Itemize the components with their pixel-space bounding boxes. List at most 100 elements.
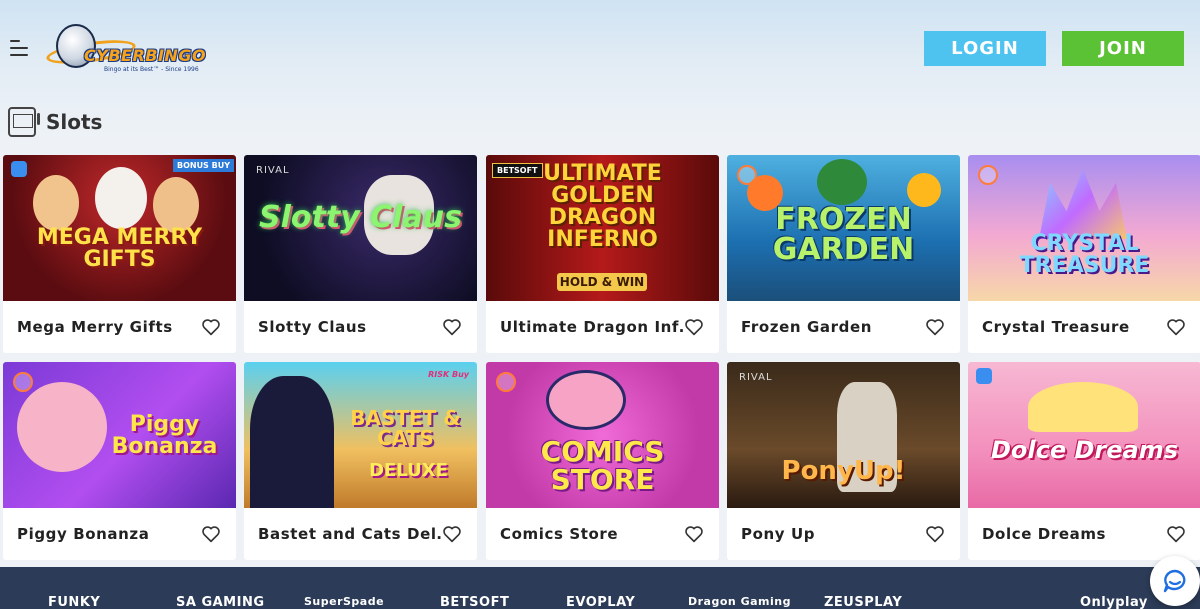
provider-logo[interactable]: BETSOFT (440, 595, 509, 609)
pig-hero-character (546, 370, 626, 430)
game-thumbnail: CRYSTAL TREASURE (968, 155, 1200, 301)
provider-logo[interactable]: FUNKY (48, 595, 100, 609)
favorite-heart-icon[interactable] (200, 316, 222, 338)
provider-badge-icon (11, 161, 27, 177)
favorite-heart-icon[interactable] (683, 316, 705, 338)
game-thumbnail: Dolce Dreams (968, 362, 1200, 508)
game-card[interactable]: Piggy Bonanza Piggy Bonanza (3, 362, 236, 560)
chat-button[interactable] (1150, 556, 1200, 606)
providers-footer: FUNKY SA GAMING SuperSpade BETSOFT EVOPL… (0, 567, 1200, 609)
card-footer: Comics Store (486, 508, 719, 560)
join-button[interactable]: JOIN (1062, 31, 1184, 66)
card-footer: Ultimate Dragon Inf… (486, 301, 719, 353)
game-name: Comics Store (500, 525, 619, 543)
game-name: Dolce Dreams (982, 525, 1107, 543)
santa-character (95, 167, 147, 229)
game-art-title: FROZEN GARDEN (772, 202, 915, 267)
game-art-title: CRYSTAL TREASURE (1019, 231, 1150, 278)
game-name: Slotty Claus (258, 318, 367, 336)
provider-logo[interactable]: Dragon Gaming (688, 595, 791, 608)
game-art-title: MEGA MERRY GIFTS (36, 225, 203, 272)
crystal-cluster (1039, 169, 1127, 239)
logo[interactable]: CYBERBINGO Bingo at its Best™ - Since 19… (44, 20, 224, 78)
game-thumbnail: BETSOFT ULTIMATE GOLDEN DRAGON INFERNO H… (486, 155, 719, 301)
provider-label: RIVAL (739, 372, 773, 383)
favorite-heart-icon[interactable] (683, 523, 705, 545)
menu-icon[interactable] (10, 40, 28, 60)
logo-text: CYBERBINGO (84, 46, 207, 65)
game-art-title: PonyUp! (781, 456, 906, 486)
game-card[interactable]: CRYSTAL TREASURE Crystal Treasure (968, 155, 1200, 353)
game-card[interactable]: RIVAL PonyUp! Pony Up (727, 362, 960, 560)
game-name: Bastet and Cats Del… (258, 525, 441, 543)
login-button[interactable]: LOGIN (924, 31, 1046, 66)
game-card[interactable]: BONUS BUY MEGA MERRY GIFTS Mega Merry Gi… (3, 155, 236, 353)
provider-badge-icon (978, 165, 998, 185)
provider-label: RIVAL (256, 165, 290, 176)
game-name: Piggy Bonanza (17, 525, 150, 543)
orange-icon (907, 173, 941, 207)
card-footer: Slotty Claus (244, 301, 477, 353)
game-card[interactable]: COMICS STORE Comics Store (486, 362, 719, 560)
favorite-heart-icon[interactable] (1165, 523, 1187, 545)
provider-badge-icon (496, 372, 516, 392)
game-thumbnail: BONUS BUY MEGA MERRY GIFTS (3, 155, 236, 301)
slot-machine-icon (8, 107, 40, 137)
game-art-title: Piggy Bonanza (111, 412, 218, 459)
game-art-title: ULTIMATE GOLDEN DRAGON INFERNO (543, 161, 662, 252)
favorite-heart-icon[interactable] (924, 523, 946, 545)
favorite-heart-icon[interactable] (1165, 316, 1187, 338)
game-card[interactable]: RISK Buy BASTET & CATS DELUXE Bastet and… (244, 362, 477, 560)
card-footer: Piggy Bonanza (3, 508, 236, 560)
game-name: Frozen Garden (741, 318, 873, 336)
provider-logo[interactable]: SA GAMING (176, 595, 265, 609)
card-footer: Pony Up (727, 508, 960, 560)
card-footer: Frozen Garden (727, 301, 960, 353)
game-name: Mega Merry Gifts (17, 318, 173, 336)
favorite-heart-icon[interactable] (441, 316, 463, 338)
watermelon-icon (817, 159, 867, 205)
game-art-subtitle: HOLD & WIN (557, 273, 647, 291)
card-footer: Dolce Dreams (968, 508, 1200, 560)
risk-buy-badge: RISK Buy (428, 370, 469, 379)
favorite-heart-icon[interactable] (441, 523, 463, 545)
provider-badge-icon (976, 368, 992, 384)
game-name: Ultimate Dragon Inf… (500, 318, 683, 336)
game-art-title: COMICS STORE (540, 435, 665, 496)
favorite-heart-icon[interactable] (924, 316, 946, 338)
game-thumbnail: RISK Buy BASTET & CATS DELUXE (244, 362, 477, 508)
game-card[interactable]: RIVAL Slotty Claus Slotty Claus (244, 155, 477, 353)
game-art-title: BASTET & CATS (350, 406, 461, 450)
game-name: Crystal Treasure (982, 318, 1130, 336)
game-card[interactable]: BETSOFT ULTIMATE GOLDEN DRAGON INFERNO H… (486, 155, 719, 353)
provider-logo[interactable]: EVOPLAY (566, 595, 635, 609)
game-thumbnail: COMICS STORE (486, 362, 719, 508)
game-thumbnail: Piggy Bonanza (3, 362, 236, 508)
logo-tagline: Bingo at its Best™ - Since 1996 (104, 66, 199, 73)
card-footer: Bastet and Cats Del… (244, 508, 477, 560)
game-thumbnail: RIVAL PonyUp! (727, 362, 960, 508)
header: CYBERBINGO Bingo at its Best™ - Since 19… (0, 0, 1200, 100)
game-art-title: Slotty Claus (259, 200, 462, 235)
provider-logo[interactable]: ZEUSPLAY (824, 595, 902, 609)
favorite-heart-icon[interactable] (200, 523, 222, 545)
game-thumbnail: RIVAL Slotty Claus (244, 155, 477, 301)
bonus-buy-badge: BONUS BUY (172, 159, 234, 172)
game-card[interactable]: FROZEN GARDEN Frozen Garden (727, 155, 960, 353)
chat-bubble-icon (1163, 569, 1186, 593)
provider-badge-icon (13, 372, 33, 392)
character-left (33, 175, 79, 231)
game-thumbnail: FROZEN GARDEN (727, 155, 960, 301)
game-art-subtitle: DELUXE (369, 460, 448, 481)
game-art-title: Dolce Dreams (990, 436, 1179, 464)
card-footer: Crystal Treasure (968, 301, 1200, 353)
section-header: Slots (8, 106, 102, 138)
section-title: Slots (46, 110, 103, 134)
cleopatra-character (250, 376, 334, 508)
game-name: Pony Up (741, 525, 816, 543)
provider-logo[interactable]: SuperSpade (304, 595, 384, 608)
card-footer: Mega Merry Gifts (3, 301, 236, 353)
provider-logo[interactable]: Onlyplay (1080, 595, 1148, 609)
dessert-icon (1028, 382, 1138, 432)
game-card[interactable]: Dolce Dreams Dolce Dreams (968, 362, 1200, 560)
